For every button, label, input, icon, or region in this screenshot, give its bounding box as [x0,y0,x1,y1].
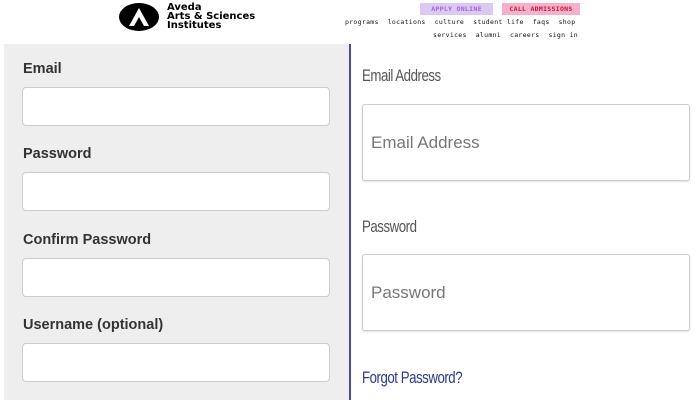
registration-form: Email Password Confirm Password Username… [4,44,350,400]
confirm-password-label: Confirm Password [23,232,152,248]
email-address-label: Email Address [362,66,441,85]
primary-nav: programs locations culture student life … [345,18,575,26]
secondary-nav: services alumni careers sign in [433,31,578,39]
logo-line-3: Institutes [167,20,222,31]
nav-item-careers[interactable]: careers [510,31,540,39]
email-label: Email [23,61,62,77]
aveda-logo-icon[interactable] [119,3,159,31]
nav-item-alumni[interactable]: alumni [476,31,501,39]
email-field[interactable] [22,87,330,126]
nav-item-programs[interactable]: programs [345,18,379,26]
email-address-input[interactable] [362,104,690,181]
logo-text[interactable]: Aveda Arts & Sciences Institutes [167,3,255,31]
nav-item-shop[interactable]: shop [559,18,576,26]
nav-item-culture[interactable]: culture [435,18,465,26]
nav-item-services[interactable]: services [433,31,467,39]
sign-in-form: Email Address Password Forgot Password? [351,44,700,400]
sign-in-password-input[interactable] [362,254,690,331]
nav-item-faqs[interactable]: faqs [533,18,550,26]
confirm-password-field[interactable] [22,258,330,297]
nav-item-locations[interactable]: locations [388,18,426,26]
nav-item-student-life[interactable]: student life [473,18,524,26]
site-header: Aveda Arts & Sciences Institutes APPLY O… [0,0,700,44]
sign-in-password-label: Password [362,217,417,236]
password-label: Password [23,146,92,162]
call-admissions-button[interactable]: CALL ADMISSIONS [502,3,580,15]
forgot-password-link[interactable]: Forgot Password? [362,368,463,388]
apply-online-button[interactable]: APPLY ONLINE [420,3,493,15]
password-field[interactable] [22,172,330,211]
nav-item-sign-in[interactable]: sign in [549,31,579,39]
username-field[interactable] [22,343,330,382]
username-label: Username (optional) [23,317,164,333]
